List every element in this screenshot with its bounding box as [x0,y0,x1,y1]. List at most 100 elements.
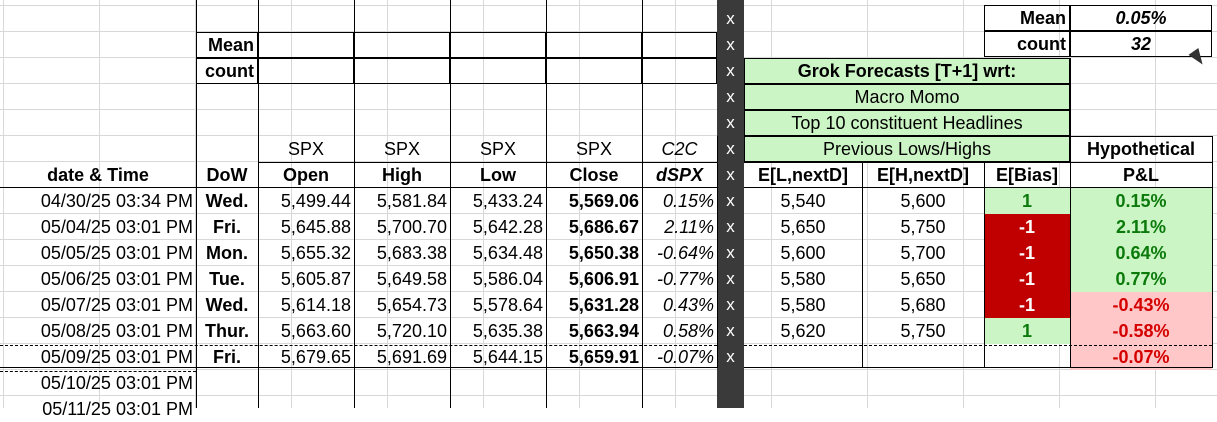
row-el[interactable]: 5,600 [744,240,862,266]
row-date[interactable]: 05/07/25 03:01 PM [0,292,196,318]
row-el[interactable]: 5,650 [744,214,862,240]
header-low: Low [480,165,516,185]
border-line [717,136,718,368]
row-high[interactable]: 5,683.38 [354,240,450,266]
left-count-label: count [196,58,258,84]
row-low[interactable]: 5,635.38 [450,318,546,344]
row-el[interactable]: 5,580 [744,292,862,318]
row-dow[interactable]: Wed. [196,188,258,214]
border-line [0,371,196,372]
row-pl[interactable]: -0.43% [1070,292,1212,318]
row-dspx[interactable]: 0.15% [642,188,717,214]
left-mean-cell[interactable] [354,32,450,58]
row-eh[interactable]: 5,750 [862,318,984,344]
header-pl: P&L [1123,165,1159,185]
row-bias[interactable]: 1 [984,318,1070,344]
row-open[interactable]: 5,663.60 [258,318,354,344]
row-dspx[interactable]: 0.43% [642,292,717,318]
row-date[interactable]: 05/06/25 03:01 PM [0,266,196,292]
row-eh[interactable]: 5,680 [862,292,984,318]
row-dow[interactable]: Thur. [196,318,258,344]
row-bias[interactable]: -1 [984,214,1070,240]
row-dspx[interactable]: -0.64% [642,240,717,266]
row-eh[interactable]: 5,600 [862,188,984,214]
border-line [642,0,643,408]
row-el[interactable]: 5,540 [744,188,862,214]
forecast-line-macro: Macro Momo [744,84,1070,110]
row-dow[interactable]: Wed. [196,292,258,318]
row-pl[interactable]: -0.58% [1070,318,1212,344]
forecast-title: Grok Forecasts [T+1] wrt: [744,58,1070,84]
row-low[interactable]: 5,634.48 [450,240,546,266]
left-count-cell[interactable] [354,58,450,84]
row-high[interactable]: 5,654.73 [354,292,450,318]
row-dow[interactable]: Mon. [196,240,258,266]
summary-mean-value[interactable]: 0.05% [1070,5,1212,31]
header-low-top: SPX [479,139,517,159]
row-bias[interactable]: -1 [984,292,1070,318]
row-open[interactable]: 5,614.18 [258,292,354,318]
row-high[interactable]: 5,649.58 [354,266,450,292]
row-pl[interactable]: 0.77% [1070,266,1212,292]
row-el[interactable]: 5,620 [744,318,862,344]
row-open[interactable]: 5,645.88 [258,214,354,240]
border-line [1070,58,1071,162]
row-close[interactable]: 5,569.06 [546,188,642,214]
row-dspx[interactable]: 0.58% [642,318,717,344]
row-bias[interactable]: 1 [984,188,1070,214]
border-line [196,0,197,408]
border-line [744,187,1212,188]
left-count-cell[interactable] [546,58,642,84]
row-dow[interactable]: Tue. [196,266,258,292]
left-count-cell[interactable] [450,58,546,84]
row-date[interactable]: 05/04/25 03:01 PM [0,214,196,240]
row-open[interactable]: 5,499.44 [258,188,354,214]
header-dspx-top: C2C [661,139,698,159]
row-el[interactable]: 5,580 [744,266,862,292]
row-pl[interactable]: 0.15% [1070,188,1212,214]
row-high[interactable]: 5,720.10 [354,318,450,344]
summary-mean-label: Mean [984,5,1070,31]
header-date: date & Time [47,165,149,185]
row-bias[interactable]: -1 [984,266,1070,292]
row-eh[interactable]: 5,650 [862,266,984,292]
left-mean-cell[interactable] [258,32,354,58]
row-date[interactable]: 05/05/25 03:01 PM [0,240,196,266]
row-open[interactable]: 5,605.87 [258,266,354,292]
row-high[interactable]: 5,581.84 [354,188,450,214]
row-date[interactable]: 05/10/25 03:01 PM [0,370,196,396]
row-dspx[interactable]: 2.11% [642,214,717,240]
forecast-line-headlines: Top 10 constituent Headlines [744,110,1070,136]
row-eh[interactable]: 5,750 [862,214,984,240]
left-count-cell[interactable] [642,58,717,84]
row-date[interactable]: 05/08/25 03:01 PM [0,318,196,344]
row-close[interactable]: 5,663.94 [546,318,642,344]
row-bias[interactable]: -1 [984,240,1070,266]
border-line [744,367,1212,368]
header-bias: E[Bias] [995,165,1058,185]
row-close[interactable]: 5,650.38 [546,240,642,266]
row-low[interactable]: 5,586.04 [450,266,546,292]
left-mean-cell[interactable] [450,32,546,58]
row-pl[interactable]: 2.11% [1070,214,1212,240]
left-count-cell[interactable] [258,58,354,84]
row-low[interactable]: 5,578.64 [450,292,546,318]
row-dow[interactable]: Fri. [196,214,258,240]
row-date[interactable]: 05/11/25 03:01 PM [0,396,196,422]
row-low[interactable]: 5,642.28 [450,214,546,240]
border-line [744,162,1212,163]
header-high-top: SPX [383,139,421,159]
row-close[interactable]: 5,606.91 [546,266,642,292]
row-pl[interactable]: 0.64% [1070,240,1212,266]
row-open[interactable]: 5,655.32 [258,240,354,266]
row-eh[interactable]: 5,700 [862,240,984,266]
row-low[interactable]: 5,433.24 [450,188,546,214]
row-close[interactable]: 5,686.67 [546,214,642,240]
left-mean-cell[interactable] [642,32,717,58]
row-close[interactable]: 5,631.28 [546,292,642,318]
row-date[interactable]: 04/30/25 03:34 PM [0,188,196,214]
left-mean-cell[interactable] [546,32,642,58]
left-mean-label: Mean [196,32,258,58]
row-dspx[interactable]: -0.77% [642,266,717,292]
row-high[interactable]: 5,700.70 [354,214,450,240]
